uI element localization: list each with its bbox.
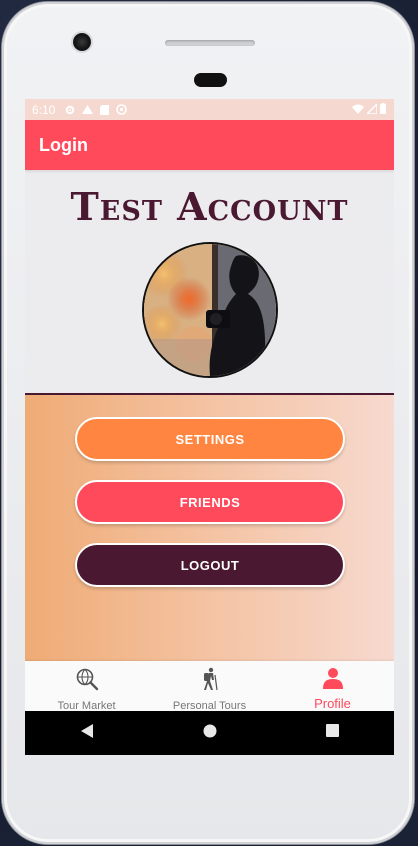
app-bar-title: Login (39, 134, 88, 155)
home-button[interactable] (195, 718, 225, 748)
nav-personal-tours[interactable]: Personal Tours (148, 661, 271, 712)
profile-header: Test Account (25, 170, 394, 395)
friends-button[interactable]: FRIENDS (75, 480, 345, 524)
back-icon (80, 723, 94, 743)
nav-tour-market[interactable]: Tour Market (25, 661, 148, 712)
system-nav-bar (25, 711, 394, 755)
logout-button[interactable]: LOGOUT (75, 543, 345, 587)
status-bar: 6:10 (25, 99, 394, 120)
recents-icon (326, 724, 339, 742)
recents-button[interactable] (318, 718, 348, 748)
sync-icon (116, 104, 128, 115)
person-icon (322, 667, 344, 694)
battery-icon (380, 102, 386, 117)
back-button[interactable] (72, 718, 102, 748)
nav-label-profile: Profile (314, 696, 351, 711)
profile-photo (144, 244, 276, 376)
earpiece-speaker (165, 40, 255, 46)
screen: 6:10 Login Test Account SETTINGS FRIENDS… (25, 99, 394, 755)
signal-icon (365, 101, 378, 117)
front-camera (73, 33, 91, 51)
actions-panel: SETTINGS FRIENDS LOGOUT (25, 395, 394, 661)
gear-icon (65, 105, 75, 115)
phone-frame: 6:10 Login Test Account SETTINGS FRIENDS… (2, 2, 414, 844)
wifi-icon (352, 103, 364, 117)
account-name: Test Account (70, 184, 349, 229)
status-right-icons (352, 99, 386, 120)
hiker-icon (198, 667, 222, 696)
nav-profile[interactable]: Profile (271, 661, 394, 711)
avatar[interactable] (142, 242, 278, 378)
settings-button[interactable]: SETTINGS (75, 417, 345, 461)
app-bar: Login (25, 120, 394, 170)
bottom-nav: Tour Market Personal Tours Profile (25, 661, 394, 712)
home-icon (203, 724, 217, 743)
drive-icon (82, 104, 94, 115)
proximity-sensor (194, 73, 227, 87)
sd-card-icon (100, 104, 110, 115)
status-time: 6:10 (32, 102, 56, 117)
globe-search-icon (75, 667, 99, 696)
